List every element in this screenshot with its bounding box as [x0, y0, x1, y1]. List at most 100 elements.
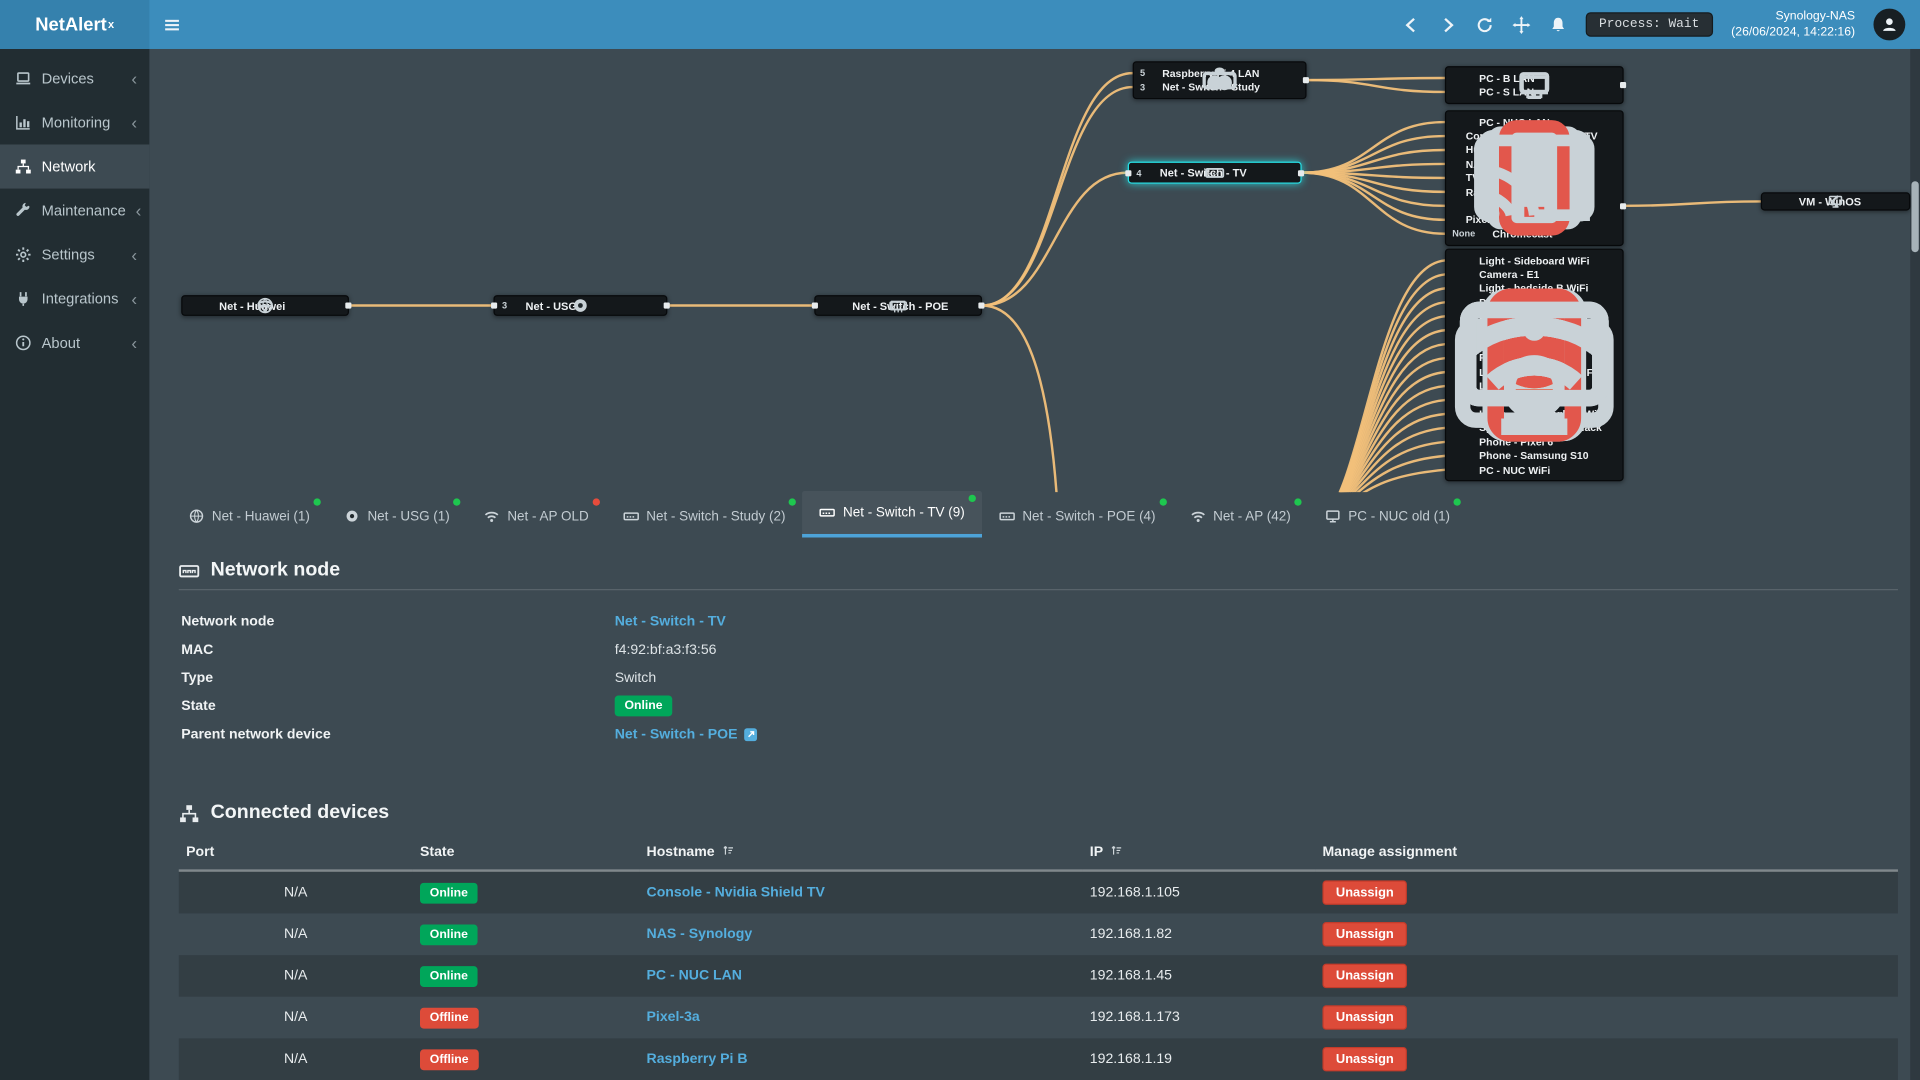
device-leaf-row[interactable]: PC - S LAN — [1452, 72, 1616, 99]
tab-net-ap-old[interactable]: Net - AP OLD — [467, 495, 606, 538]
notifications-button[interactable] — [1549, 15, 1567, 33]
app-logo[interactable]: NetAlert x — [0, 0, 150, 49]
device-link[interactable]: Console - Nvidia Shield TV — [647, 885, 825, 900]
unassign-button[interactable]: Unassign — [1322, 963, 1408, 989]
diagram-node-tv[interactable]: 4 Net - Switch - TV — [1125, 161, 1305, 184]
column-header-hostname[interactable]: Hostname — [639, 833, 1083, 872]
unassign-button[interactable]: Unassign — [1322, 922, 1408, 947]
tab-net-ap-42[interactable]: Net - AP (42) — [1173, 495, 1308, 538]
device-leaf-row[interactable]: 3Net - Switch - Study — [1140, 71, 1299, 94]
diagram-node-topgroup[interactable]: 5Raspberry Pi 4 LAN3Net - Switch - Study — [1132, 61, 1309, 99]
connected-devices-title: Connected devices — [179, 802, 1898, 824]
pan-mode-button[interactable] — [1512, 15, 1531, 34]
state-cell: Online — [413, 955, 640, 997]
diagram-node-wifiBox[interactable]: Light - Sideboard WiFi Camera - E1 Light -… — [1444, 248, 1624, 482]
sidebar-item-maintenance[interactable]: Maintenance ‹ — [0, 189, 149, 233]
sidebar-item-devices[interactable]: Devices ‹ — [0, 56, 149, 100]
network-node-icon — [179, 560, 200, 581]
sort-icon[interactable] — [1109, 844, 1122, 857]
network-node-link[interactable]: Net - Switch - TV — [615, 614, 726, 629]
laptop-icon — [15, 70, 32, 87]
unassign-button[interactable]: Unassign — [1322, 1046, 1408, 1072]
main-content: Net - Huawei 3 Net - USG Net - Switch - POE… — [149, 48, 1920, 1080]
diagram-node-tvBox[interactable]: PC - NUC LANConsole - Nvidia Shield TVHu… — [1444, 110, 1627, 246]
node-label[interactable]: Net - Huawei — [190, 296, 285, 314]
port-cell: N/A — [283, 1010, 308, 1025]
status-dot — [968, 494, 976, 503]
chevron-left-icon: ‹ — [131, 244, 138, 265]
sections: Network node Network node Net - Switch - … — [178, 560, 1898, 1080]
nav-forward-button[interactable] — [1439, 15, 1457, 33]
ip-cell: 192.168.1.82 — [1089, 926, 1173, 942]
sidebar-item-monitoring[interactable]: Monitoring ‹ — [0, 100, 149, 144]
hamburger-icon — [162, 15, 180, 33]
parent-device-link[interactable]: Net - Switch - POE — [615, 727, 738, 742]
device-leaf-row[interactable]: None Chromecast — [1452, 134, 1616, 241]
bell-icon — [1549, 15, 1567, 33]
sidebar-item-label: Network — [41, 157, 96, 176]
unassign-button[interactable]: Unassign — [1322, 880, 1408, 905]
sidebar-item-settings[interactable]: Settings ‹ — [0, 233, 149, 277]
scrollbar-track[interactable] — [1910, 48, 1920, 1080]
device-link[interactable]: NAS - Synology — [647, 927, 753, 942]
network-node-title: Network node — [179, 560, 1898, 582]
switch-icon — [623, 508, 639, 524]
server-name: Synology-NAS — [1775, 9, 1856, 24]
status-dot — [1159, 498, 1167, 506]
tab-pc-nuc-old-1[interactable]: PC - NUC old (1) — [1308, 495, 1467, 538]
globe-icon — [189, 508, 205, 524]
tab-net-switch-study-2[interactable]: Net - Switch - Study (2) — [606, 495, 803, 538]
node-label[interactable]: 4 Net - Switch - TV — [1136, 163, 1246, 183]
status-dot — [453, 498, 461, 506]
scrollbar-thumb[interactable] — [1911, 181, 1919, 253]
tab-net-huawei-1[interactable]: Net - Huawei (1) — [171, 495, 327, 538]
pc-icon — [1459, 301, 1609, 475]
node-label[interactable]: VM - WinOS — [1769, 193, 1861, 209]
device-link[interactable]: PC - NUC LAN — [647, 969, 742, 984]
chart-icon — [15, 114, 32, 131]
diagram-node-winos[interactable]: VM - WinOS — [1760, 192, 1911, 211]
diagram-node-huawei[interactable]: Net - Huawei — [181, 295, 352, 316]
sidebar-item-label: Maintenance — [41, 202, 126, 220]
status-dot — [313, 498, 321, 506]
unassign-button[interactable]: Unassign — [1322, 1005, 1408, 1030]
device-link[interactable]: Pixel-3a — [647, 1010, 700, 1025]
tab-label: Net - AP (42) — [1213, 508, 1291, 524]
connected-devices-panel: Connected devices Port State Hostname IP Man… — [178, 802, 1898, 1080]
nav-back-button[interactable] — [1402, 15, 1420, 33]
switch-icon — [999, 508, 1015, 524]
column-header-ip[interactable]: IP — [1082, 833, 1316, 872]
connector-dot — [1620, 81, 1627, 89]
tab-net-switch-poe-4[interactable]: Net - Switch - POE (4) — [982, 495, 1173, 538]
diagram-node-usg[interactable]: 3 Net - USG — [491, 295, 670, 316]
device-leaf-row[interactable]: PC - NUC WiFi — [1452, 301, 1616, 477]
node-label[interactable]: Net - Switch - POE — [823, 296, 948, 314]
sidebar-toggle-button[interactable] — [149, 0, 193, 49]
switch-icon — [838, 300, 908, 311]
state-badge: Online — [420, 923, 478, 945]
detail-label: State — [181, 698, 216, 714]
status-dot — [789, 498, 797, 506]
tab-net-usg-1[interactable]: Net - USG (1) — [327, 495, 467, 538]
topbar-actions: Process: Wait Synology-NAS (26/06/2024, … — [1402, 8, 1920, 41]
sidebar-item-label: About — [41, 334, 81, 352]
device-link[interactable]: Raspberry Pi B — [647, 1052, 748, 1067]
diagram-node-poe[interactable]: Net - Switch - POE — [811, 295, 985, 316]
detail-label: Parent network device — [181, 726, 331, 742]
sort-icon[interactable] — [721, 844, 734, 857]
node-label[interactable]: 3 Net - USG — [502, 296, 587, 314]
sidebar-item-about[interactable]: About ‹ — [0, 321, 149, 365]
status-dot — [1294, 498, 1302, 506]
refresh-button[interactable] — [1475, 15, 1493, 33]
sidebar-item-integrations[interactable]: Integrations ‹ — [0, 277, 149, 321]
state-badge: Offline — [420, 1048, 479, 1070]
usg-icon — [344, 508, 360, 524]
network-node-details: Network node Net - Switch - TV MAC f4:92:bf… — [179, 607, 1898, 748]
device-row: N/A Online NAS - Synology 192.168.1.82 Unass… — [179, 913, 1898, 955]
sidebar-item-network[interactable]: Network — [0, 144, 150, 189]
user-avatar[interactable] — [1873, 8, 1906, 41]
diagram-node-lanTop[interactable]: PC - B LAN PC - S LAN — [1444, 66, 1627, 104]
tab-net-switch-tv-9[interactable]: Net - Switch - TV (9) — [802, 491, 982, 538]
device-row: N/A Online PC - NUC LAN 192.168.1.45 Unassig… — [178, 955, 1898, 997]
info-icon — [15, 334, 32, 351]
